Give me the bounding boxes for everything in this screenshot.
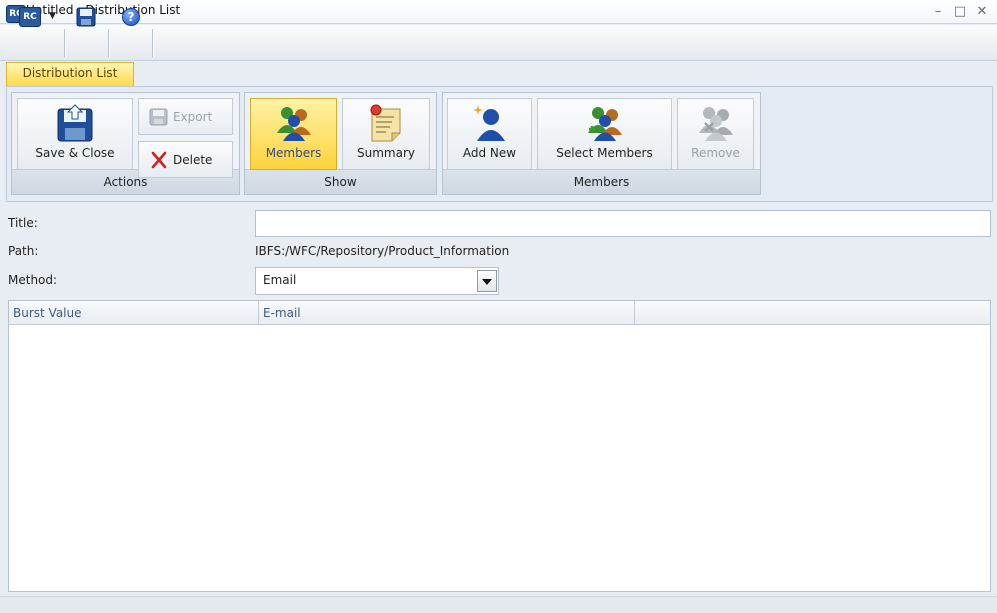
summary-note-icon [370,104,401,142]
toolbar-divider [152,29,153,57]
help-icon[interactable]: ? [122,8,140,26]
members-group-icon [276,107,311,141]
path-value: IBFS:/WFC/Repository/Product_Information [255,244,510,258]
export-button[interactable]: Export [138,98,233,135]
toolbar-divider [64,29,65,57]
caret-down-icon[interactable]: ▼ [49,11,56,21]
delete-icon [151,151,167,169]
export-label: Export [173,110,213,124]
toolbar-divider [108,29,109,57]
add-new-button[interactable]: Add New [447,98,532,170]
app-menu-button[interactable]: RC [19,7,41,27]
summary-button[interactable]: Summary [342,98,430,170]
save-close-icon [57,104,93,142]
delete-label: Delete [173,153,213,167]
path-label: Path: [8,244,39,258]
column-header-burst-value[interactable]: Burst Value [9,301,259,324]
members-view-label: Members [265,146,322,160]
maximize-icon[interactable]: □ [952,4,968,20]
grid-header: Burst Value E-mail [9,301,990,325]
members-grid[interactable]: Burst Value E-mail [8,300,991,592]
select-members-icon [587,107,622,141]
show-group-label: Show [245,169,436,194]
members-view-button[interactable]: Members [250,98,337,170]
method-label: Method: [8,273,58,287]
method-select[interactable]: Email [255,267,499,295]
members-group-label: Members [443,169,760,194]
quick-access-toolbar [0,25,997,61]
export-icon [149,108,168,126]
select-members-button[interactable]: Select Members [537,98,672,170]
remove-members-icon [698,107,733,141]
summary-label: Summary [357,146,415,160]
select-members-label: Select Members [556,146,653,160]
status-bar [0,596,997,613]
title-input[interactable] [255,210,991,237]
floppy-disk-icon[interactable] [76,7,96,27]
tab-distribution-list[interactable]: Distribution List [6,62,134,86]
column-header-email[interactable]: E-mail [259,301,635,324]
chevron-down-icon[interactable] [477,270,497,292]
minimize-icon[interactable]: – [930,4,946,20]
save-close-label: Save & Close [35,146,115,160]
title-label: Title: [8,216,38,230]
remove-label: Remove [691,146,740,160]
method-selected-value: Email [263,273,297,287]
remove-button[interactable]: Remove [677,98,754,170]
add-user-icon [472,105,505,141]
save-close-button[interactable]: Save & Close [17,98,133,170]
add-new-label: Add New [462,146,517,160]
delete-button[interactable]: Delete [138,141,233,178]
close-icon[interactable]: ✕ [974,4,990,20]
